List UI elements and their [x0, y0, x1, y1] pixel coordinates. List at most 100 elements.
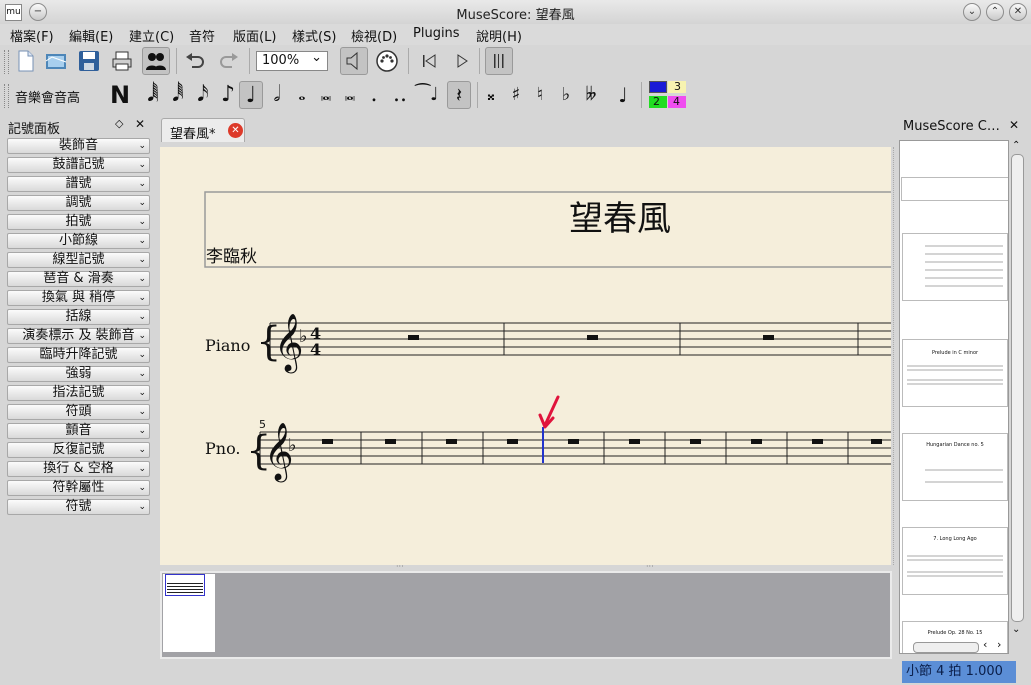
speaker-icon[interactable]: [340, 47, 368, 75]
tab-close-icon[interactable]: ✕: [228, 123, 243, 138]
note-half-icon[interactable]: 𝅗𝅥: [266, 82, 288, 108]
parts-icon[interactable]: [142, 47, 170, 75]
palette-section[interactable]: 換氣 與 稍停 ⌄: [7, 290, 150, 306]
key-flat-2: ♭: [288, 435, 297, 456]
voice-2-button[interactable]: 2: [649, 96, 667, 108]
scrollbar-thumb[interactable]: [1011, 154, 1024, 622]
float-icon[interactable]: ◇: [115, 117, 123, 130]
close-icon[interactable]: ✕: [1009, 118, 1019, 132]
search-input[interactable]: [901, 177, 1008, 201]
menu-view[interactable]: 檢視(D): [351, 26, 397, 45]
redo-icon[interactable]: [216, 48, 242, 74]
splitter-handle[interactable]: ···: [396, 563, 406, 571]
palette-section[interactable]: 括線 ⌄: [7, 309, 150, 325]
score-thumbnail[interactable]: [902, 233, 1008, 301]
save-icon[interactable]: [76, 48, 102, 74]
status-bar: [0, 660, 1031, 685]
close-button[interactable]: ✕: [1009, 3, 1027, 21]
chevron-down-icon: ⌄: [138, 160, 146, 170]
palette-section-label: 裝飾音: [58, 138, 98, 153]
score-thumbnail[interactable]: Prelude in C minor: [902, 339, 1008, 407]
navigator[interactable]: [160, 571, 892, 659]
score-canvas[interactable]: 望春風 李臨秋 Piano { 𝄞 ♭ 4 4 5 Pno. { 𝄞 ♭: [160, 147, 891, 565]
menu-notes[interactable]: 音符: [189, 26, 215, 45]
score-thumbnail[interactable]: 7. Long Long Ago: [902, 527, 1008, 595]
scroll-down-icon[interactable]: ⌄: [1012, 624, 1020, 635]
horizontal-scrollbar[interactable]: ‹ ›: [899, 638, 1009, 654]
undo-icon[interactable]: [182, 48, 208, 74]
double-dot-icon[interactable]: ..: [389, 82, 411, 108]
whole-rest: [322, 439, 333, 444]
minimize-button[interactable]: ⌄: [963, 3, 981, 21]
maximize-button[interactable]: ⌃: [986, 3, 1004, 21]
flat-icon[interactable]: ♭: [555, 82, 577, 108]
note-input-button[interactable]: N: [110, 81, 130, 109]
menu-help[interactable]: 說明(H): [476, 26, 522, 45]
zoom-select[interactable]: 100% ⌄: [256, 50, 328, 71]
menu-style[interactable]: 樣式(S): [292, 26, 336, 45]
play-icon[interactable]: [449, 48, 475, 74]
scrollbar-thumb[interactable]: [913, 642, 979, 653]
tie-icon[interactable]: ⁀♩: [416, 82, 439, 108]
new-file-icon[interactable]: [12, 48, 38, 74]
repeat-icon[interactable]: [485, 47, 513, 75]
concert-pitch-button[interactable]: 音樂會音高: [15, 87, 80, 106]
double-sharp-icon[interactable]: 𝄪: [480, 82, 502, 108]
note-eighth-icon[interactable]: ♪: [217, 82, 239, 108]
menu-file[interactable]: 檔案(F): [10, 26, 54, 45]
menu-plugins[interactable]: Plugins: [413, 26, 460, 41]
palette-section[interactable]: 小節線 ⌄: [7, 233, 150, 249]
sharp-icon[interactable]: ♯: [505, 82, 527, 108]
note-longa-icon[interactable]: 𝅜: [339, 82, 361, 108]
note-16th-icon[interactable]: 𝅘𝅥𝅯: [192, 82, 214, 108]
palette-section[interactable]: 裝飾音 ⌄: [7, 138, 150, 154]
scroll-up-icon[interactable]: ⌃: [1012, 140, 1020, 151]
voice-4-button[interactable]: 4: [668, 96, 686, 108]
palette-section[interactable]: 臨時升降記號 ⌄: [7, 347, 150, 363]
menu-layout[interactable]: 版面(L): [233, 26, 276, 45]
print-icon[interactable]: [109, 48, 135, 74]
vertical-scrollbar[interactable]: ⌃ ⌄: [1009, 140, 1025, 638]
note-32nd-icon[interactable]: 𝅘𝅥𝅱: [167, 82, 189, 108]
palette-section[interactable]: 線型記號 ⌄: [7, 252, 150, 268]
tab-score[interactable]: 望春風* ✕: [161, 118, 245, 142]
midi-input-icon[interactable]: [373, 47, 401, 75]
dot-icon[interactable]: .: [363, 82, 385, 108]
palette-section[interactable]: 反復記號 ⌄: [7, 442, 150, 458]
double-flat-icon[interactable]: 𝄫: [580, 82, 602, 108]
flip-stem-icon[interactable]: ♩: [612, 82, 634, 108]
menu-edit[interactable]: 編輯(E): [69, 26, 113, 45]
scroll-right-icon[interactable]: ›: [997, 638, 1001, 651]
palette-section[interactable]: 換行 & 空格 ⌄: [7, 461, 150, 477]
note-quarter-icon[interactable]: ♩: [239, 81, 263, 109]
palette-section[interactable]: 拍號 ⌄: [7, 214, 150, 230]
natural-icon[interactable]: ♮: [529, 82, 551, 108]
palette-section[interactable]: 顫音 ⌄: [7, 423, 150, 439]
palette-section[interactable]: 符幹屬性 ⌄: [7, 480, 150, 496]
palette-section[interactable]: 演奏標示 及 裝飾音 ⌄: [7, 328, 150, 344]
palette-section[interactable]: 鼓譜記號 ⌄: [7, 157, 150, 173]
close-icon[interactable]: ✕: [135, 117, 145, 131]
voice-3-button[interactable]: 3: [668, 81, 686, 93]
note-64th-icon[interactable]: 𝅘𝅥𝅲: [142, 82, 164, 108]
score-thumbnail[interactable]: Hungarian Dance no. 5: [902, 433, 1008, 501]
scroll-left-icon[interactable]: ‹: [983, 638, 987, 651]
palette-section[interactable]: 強弱 ⌄: [7, 366, 150, 382]
voice-1-button[interactable]: [649, 81, 667, 93]
toolbar-grip[interactable]: [4, 50, 9, 74]
toolbar-grip[interactable]: [4, 84, 9, 108]
palette-section[interactable]: 琶音 & 滑奏 ⌄: [7, 271, 150, 287]
palette-section[interactable]: 符號 ⌄: [7, 499, 150, 515]
note-breve-icon[interactable]: 𝅜: [315, 82, 337, 108]
open-file-icon[interactable]: [43, 48, 69, 74]
rewind-icon[interactable]: [416, 48, 442, 74]
toolbar-separator: [479, 48, 480, 74]
palette-section[interactable]: 符頭 ⌄: [7, 404, 150, 420]
note-whole-icon[interactable]: 𝅝: [291, 82, 313, 108]
rest-icon[interactable]: 𝄽: [447, 81, 471, 109]
menu-create[interactable]: 建立(C): [129, 26, 174, 45]
palette-section[interactable]: 指法記號 ⌄: [7, 385, 150, 401]
splitter-handle[interactable]: ···: [646, 563, 656, 571]
palette-section[interactable]: 調號 ⌄: [7, 195, 150, 211]
palette-section[interactable]: 譜號 ⌄: [7, 176, 150, 192]
